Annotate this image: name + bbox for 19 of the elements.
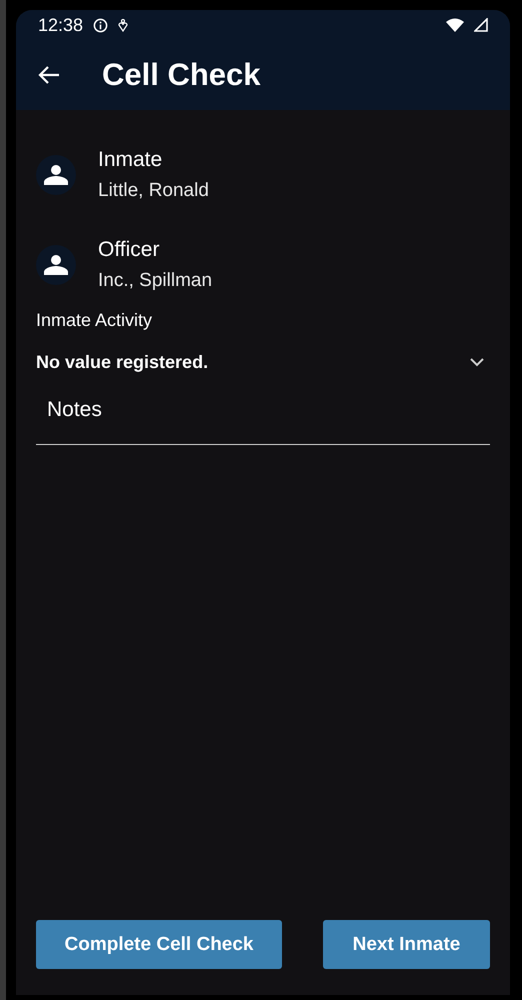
info-icon xyxy=(93,18,108,32)
wifi-icon xyxy=(446,18,464,32)
person-role: Officer xyxy=(98,238,160,262)
activity-dropdown[interactable]: No value registered. xyxy=(36,351,490,374)
chevron-down-icon xyxy=(470,358,484,367)
back-arrow-icon[interactable] xyxy=(38,66,60,84)
person-icon xyxy=(44,255,68,275)
complete-button[interactable]: Complete Cell Check xyxy=(36,920,282,969)
signal-icon xyxy=(474,18,488,32)
status-time: 12:38 xyxy=(38,14,84,36)
screen-title: Cell Check xyxy=(102,57,261,93)
person-icon xyxy=(44,165,68,185)
notes-field[interactable]: Notes xyxy=(36,374,490,445)
person-name: Inc., Spillman xyxy=(98,270,212,292)
person-role: Inmate xyxy=(98,148,164,172)
person-name: Little, Ronald xyxy=(98,180,209,202)
next-button[interactable]: Next Inmate xyxy=(323,920,490,969)
notification-icon xyxy=(118,18,128,32)
field-label: Inmate Activity xyxy=(36,310,154,331)
